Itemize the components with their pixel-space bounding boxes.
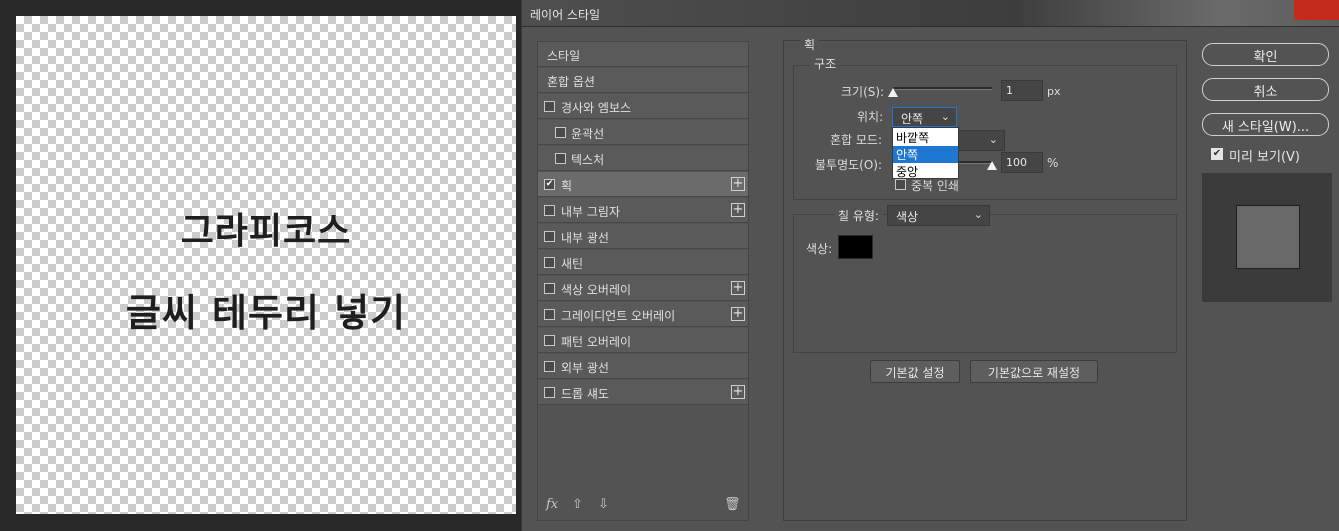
size-input[interactable]: 1 (1001, 80, 1043, 101)
size-unit: px (1047, 85, 1061, 98)
new-style-button[interactable]: 새 스타일(W)... (1202, 113, 1329, 136)
style-item-label: 혼합 옵션 (547, 75, 595, 89)
move-down-icon[interactable]: ⇩ (598, 497, 609, 512)
add-effect-icon[interactable]: + (731, 307, 745, 321)
style-item-label: 텍스처 (571, 153, 605, 167)
style-item-0[interactable]: 스타일 (538, 42, 748, 67)
stroke-section-title: 획 (800, 36, 820, 53)
dialog-title: 레이어 스타일 (530, 8, 601, 22)
style-item-checkbox[interactable] (544, 335, 555, 346)
style-item-8[interactable]: 새틴 (538, 250, 748, 275)
position-option[interactable]: 안쪽 (893, 146, 958, 163)
style-item-11[interactable]: 패턴 오버레이 (538, 328, 748, 353)
style-item-label: 패턴 오버레이 (561, 335, 632, 349)
style-item-2[interactable]: 경사와 엠보스 (538, 94, 748, 119)
style-list-footer: fx ⇧ ⇩ 🗑 (538, 490, 748, 520)
style-item-label: 새틴 (561, 257, 584, 271)
add-effect-icon[interactable]: + (731, 281, 745, 295)
structure-title: 구조 (810, 55, 841, 72)
style-preview (1202, 173, 1332, 302)
fill-type-value: 색상 (896, 210, 919, 224)
chevron-down-icon: ⌄ (973, 208, 983, 221)
make-default-button[interactable]: 기본값 설정 (870, 360, 960, 383)
style-item-4[interactable]: 텍스처 (538, 146, 748, 171)
close-button[interactable] (1294, 0, 1339, 20)
style-item-label: 경사와 엠보스 (561, 101, 632, 115)
style-item-checkbox[interactable]: ✔ (544, 179, 555, 190)
transparent-canvas[interactable]: 그라피코스 글씨 테두리 넣기 (16, 16, 516, 514)
opacity-input[interactable]: 100 (1001, 152, 1043, 173)
chevron-down-icon: ⌄ (940, 110, 950, 123)
fx-icon[interactable]: fx (546, 497, 558, 512)
size-slider-handle[interactable] (888, 88, 898, 97)
style-item-label: 스타일 (547, 49, 581, 63)
document-canvas-area: 그라피코스 글씨 테두리 넣기 (0, 0, 521, 531)
style-item-5[interactable]: ✔ 획 + (538, 172, 748, 197)
style-item-10[interactable]: 그레이디언트 오버레이 + (538, 302, 748, 327)
style-item-checkbox[interactable] (555, 153, 566, 164)
style-item-12[interactable]: 외부 광선 (538, 354, 748, 379)
style-item-label: 외부 광선 (561, 361, 609, 375)
style-item-9[interactable]: 색상 오버레이 + (538, 276, 748, 301)
style-item-label: 드롭 섀도 (561, 387, 609, 401)
position-select[interactable]: 안쪽 ⌄ (892, 107, 957, 127)
style-list: 스타일혼합 옵션경사와 엠보스윤곽선텍스처 ✔ 획 + 내부 그림자 + 내부 광선새틴색상… (537, 41, 749, 521)
style-item-checkbox[interactable] (544, 283, 555, 294)
position-label: 위치: (857, 110, 884, 124)
style-item-checkbox[interactable] (544, 257, 555, 268)
position-option[interactable]: 바깥쪽 (893, 129, 958, 146)
overprint-checkbox[interactable] (895, 179, 906, 190)
trash-icon[interactable]: 🗑 (724, 497, 741, 512)
stroke-color-swatch[interactable] (838, 235, 873, 259)
preview-label: 미리 보기(V) (1229, 150, 1301, 165)
fill-type-label: 칠 유형: (834, 207, 883, 224)
preview-checkbox[interactable]: ✔ (1211, 148, 1223, 160)
canvas-text-title: 그라피코스 (180, 211, 352, 252)
position-select-value: 안쪽 (901, 112, 924, 126)
cancel-button[interactable]: 취소 (1202, 78, 1329, 101)
style-item-1[interactable]: 혼합 옵션 (538, 68, 748, 93)
style-item-label: 그레이디언트 오버레이 (561, 309, 676, 323)
chevron-down-icon: ⌄ (988, 133, 998, 146)
move-up-icon[interactable]: ⇧ (572, 497, 583, 512)
fill-type-select[interactable]: 색상 ⌄ (887, 205, 990, 226)
opacity-label: 불투명도(O): (815, 158, 883, 172)
style-item-checkbox[interactable] (544, 387, 555, 398)
style-item-7[interactable]: 내부 광선 (538, 224, 748, 249)
position-dropdown-list: 바깥쪽 안쪽 중앙 (892, 127, 959, 179)
style-item-label: 색상 오버레이 (561, 283, 632, 297)
style-item-checkbox[interactable] (544, 231, 555, 242)
size-slider-track[interactable] (893, 87, 992, 90)
color-label: 색상: (806, 242, 833, 256)
dialog-titlebar[interactable]: 레이어 스타일 (522, 0, 1339, 27)
add-effect-icon[interactable]: + (731, 203, 745, 217)
blend-mode-label: 혼합 모드: (830, 133, 883, 147)
style-item-label: 내부 광선 (561, 231, 609, 245)
style-item-checkbox[interactable] (555, 127, 566, 138)
style-item-checkbox[interactable] (544, 361, 555, 372)
add-effect-icon[interactable]: + (731, 177, 745, 191)
style-item-checkbox[interactable] (544, 101, 555, 112)
position-option[interactable]: 중앙 (893, 163, 958, 180)
style-item-checkbox[interactable] (544, 205, 555, 216)
size-label: 크기(S): (841, 85, 885, 99)
reset-default-button[interactable]: 기본값으로 재설정 (970, 360, 1098, 383)
style-item-checkbox[interactable] (544, 309, 555, 320)
opacity-unit: % (1047, 156, 1059, 170)
style-item-label: 윤곽선 (571, 127, 605, 141)
style-item-label: 획 (561, 179, 573, 193)
style-item-label: 내부 그림자 (561, 205, 621, 219)
preview-thumbnail (1236, 205, 1300, 269)
add-effect-icon[interactable]: + (731, 385, 745, 399)
style-item-6[interactable]: 내부 그림자 + (538, 198, 748, 223)
style-item-13[interactable]: 드롭 섀도 + (538, 380, 748, 405)
opacity-slider-handle[interactable] (987, 161, 997, 170)
canvas-text-subtitle: 글씨 테두리 넣기 (125, 291, 407, 335)
ok-button[interactable]: 확인 (1202, 43, 1329, 66)
style-item-3[interactable]: 윤곽선 (538, 120, 748, 145)
